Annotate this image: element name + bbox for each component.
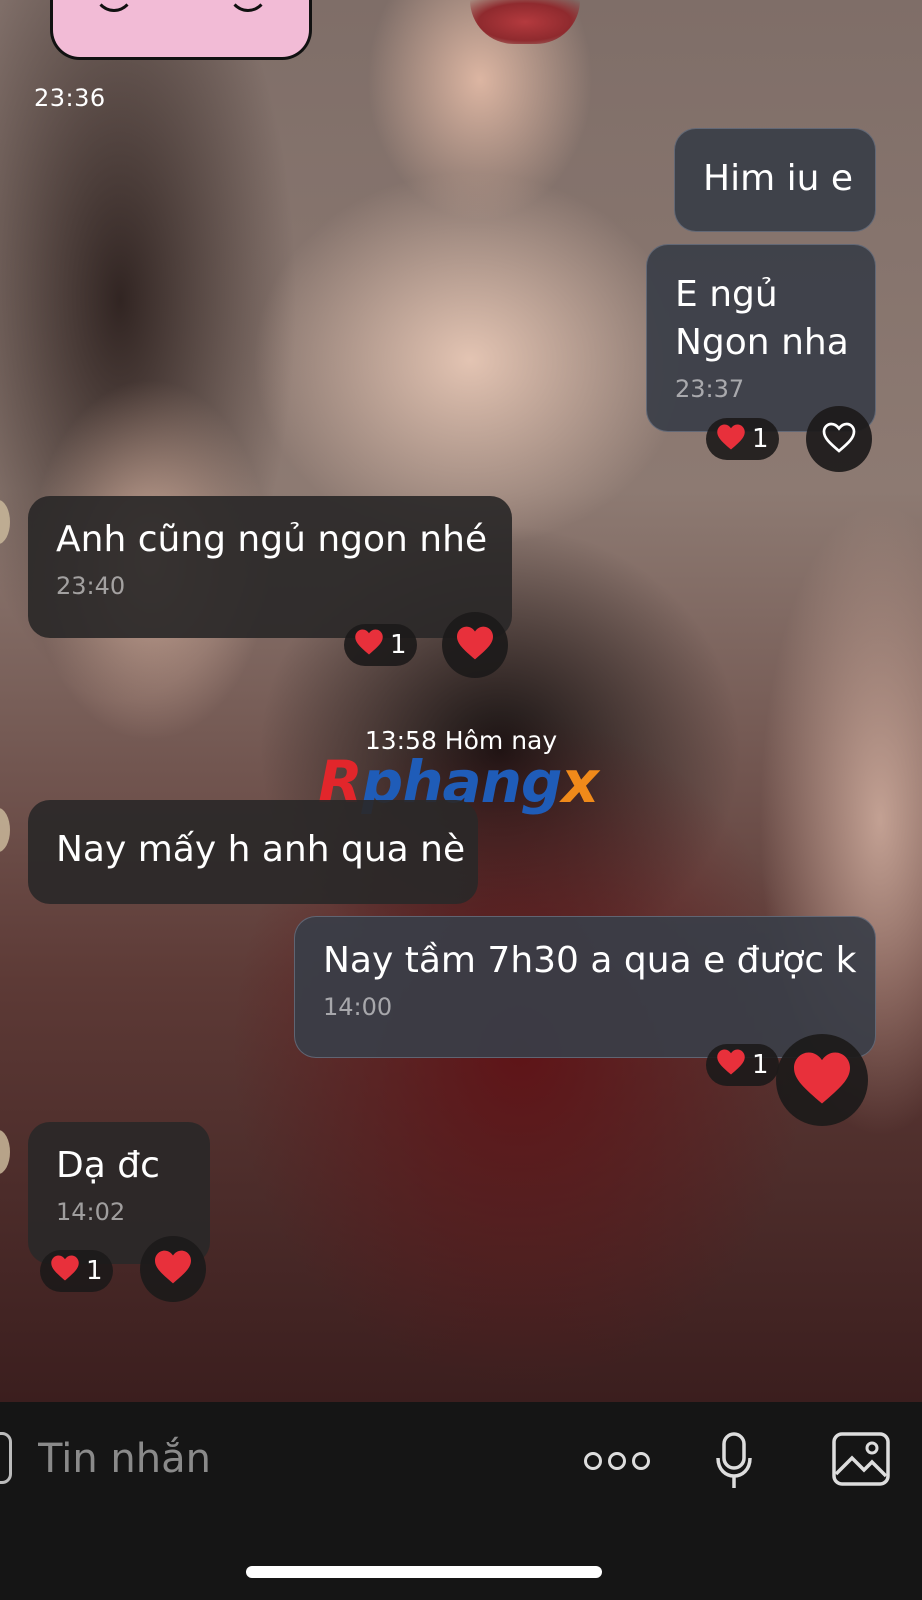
- reaction-count: 1: [86, 1256, 103, 1286]
- heart-icon: [50, 1254, 80, 1289]
- message-text-line: Ngon nha: [675, 322, 849, 363]
- message-text: Dạ đc: [56, 1145, 160, 1186]
- heart-icon: [791, 1050, 853, 1110]
- home-indicator: [246, 1566, 602, 1578]
- heart-icon: [455, 625, 495, 665]
- message-time: 23:40: [56, 572, 126, 600]
- react-button[interactable]: [442, 612, 508, 678]
- sticker-timestamp: 23:36: [34, 84, 106, 112]
- message-input[interactable]: [38, 1436, 538, 1482]
- heart-outline-icon: [821, 421, 857, 458]
- reaction-count: 1: [752, 424, 769, 454]
- react-button[interactable]: [140, 1236, 206, 1302]
- reaction-summary[interactable]: 1: [40, 1250, 113, 1292]
- message-composer: [0, 1402, 922, 1600]
- sticker-image[interactable]: [50, 0, 312, 60]
- attach-icon[interactable]: [0, 1432, 12, 1484]
- message-bubble-outgoing[interactable]: Nay tầm 7h30 a qua e được k 14:00: [294, 916, 876, 1058]
- message-text: Anh cũng ngủ ngon nhé: [56, 519, 488, 560]
- message-bubble-incoming[interactable]: Nay mấy h anh qua nè: [28, 800, 478, 904]
- reaction-summary[interactable]: 1: [706, 418, 779, 460]
- reaction-count: 1: [390, 630, 407, 660]
- more-options-icon[interactable]: [584, 1446, 654, 1476]
- message-text: Him iu e: [703, 158, 853, 199]
- reaction-summary[interactable]: 1: [706, 1044, 779, 1086]
- heart-icon: [354, 628, 384, 663]
- react-button[interactable]: [776, 1034, 868, 1126]
- heart-icon: [716, 1048, 746, 1083]
- message-text-line: E ngủ: [675, 274, 778, 315]
- microphone-icon[interactable]: [714, 1432, 754, 1496]
- message-text: Nay mấy h anh qua nè: [56, 829, 466, 870]
- message-time: 14:00: [323, 993, 393, 1021]
- heart-icon: [153, 1249, 193, 1289]
- image-icon[interactable]: [832, 1432, 890, 1490]
- reaction-count: 1: [752, 1050, 769, 1080]
- reaction-summary[interactable]: 1: [344, 624, 417, 666]
- message-bubble-incoming[interactable]: Anh cũng ngủ ngon nhé 23:40: [28, 496, 512, 638]
- react-button[interactable]: [806, 406, 872, 472]
- message-time: 14:02: [56, 1198, 126, 1226]
- message-bubble-outgoing[interactable]: E ngủ Ngon nha 23:37: [646, 244, 876, 432]
- message-bubble-outgoing[interactable]: Him iu e: [674, 128, 876, 232]
- heart-icon: [716, 423, 746, 456]
- message-time: 23:37: [675, 375, 745, 403]
- wallpaper-detail: [470, 0, 580, 44]
- message-text: Nay tầm 7h30 a qua e được k: [323, 940, 857, 981]
